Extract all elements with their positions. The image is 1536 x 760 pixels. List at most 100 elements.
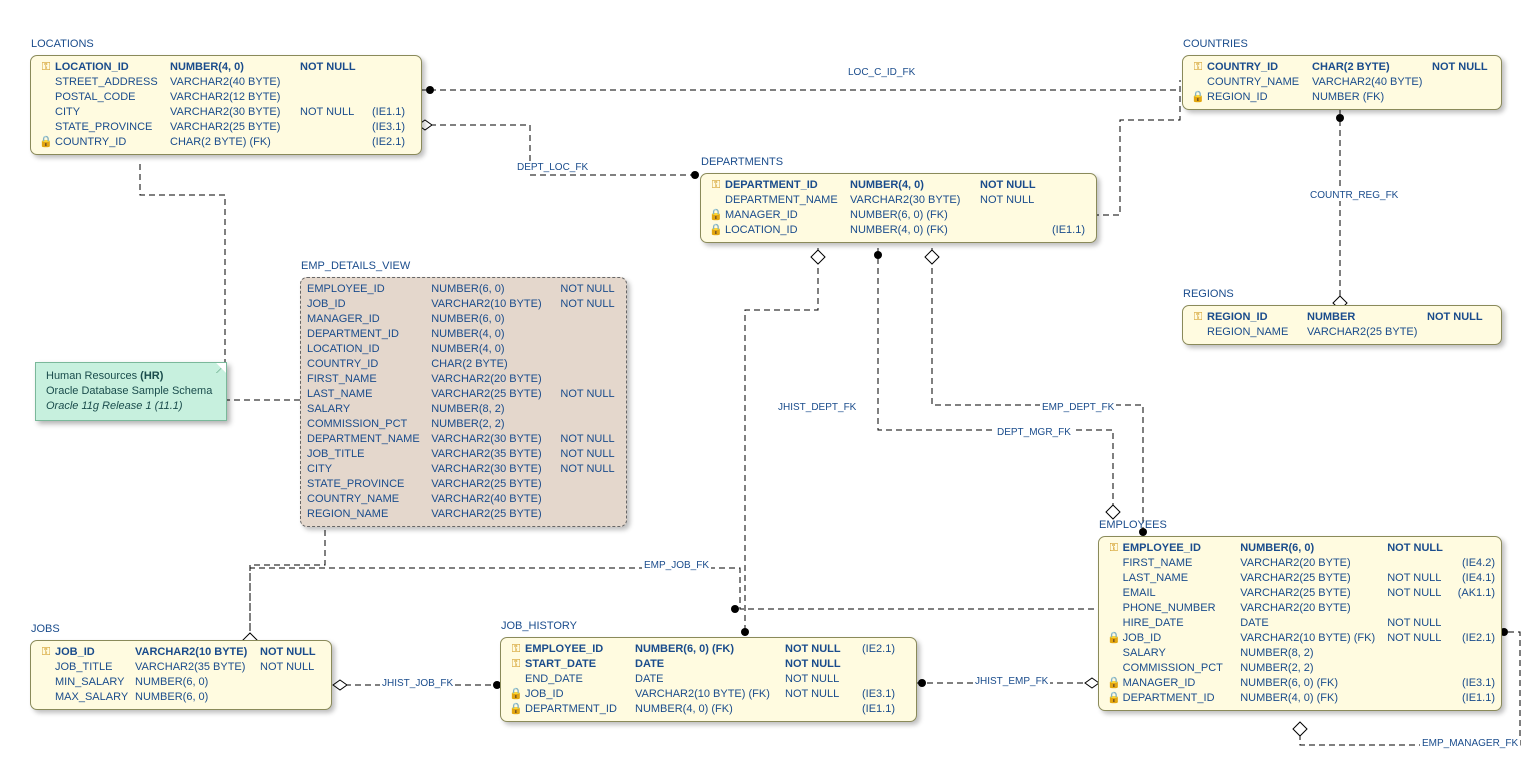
- col-name: COUNTRY_ID: [1207, 60, 1312, 75]
- col-type: VARCHAR2(20 BYTE): [1240, 601, 1387, 616]
- entity-title: COUNTRIES: [1183, 38, 1248, 50]
- col-name: LAST_NAME: [1123, 571, 1241, 586]
- col-name: EMPLOYEE_ID: [1123, 541, 1241, 556]
- col-type: NUMBER(2, 2): [431, 417, 560, 432]
- column-row: CITYVARCHAR2(30 BYTE)NOT NULL: [307, 462, 620, 477]
- schema-note: Human Resources (HR) Oracle Database Sam…: [35, 362, 227, 421]
- entity-employees[interactable]: EMPLOYEES ⚿EMPLOYEE_IDNUMBER(6, 0)NOT NU…: [1098, 536, 1502, 711]
- key-icon: ⚿: [507, 642, 525, 657]
- column-row: LAST_NAMEVARCHAR2(25 BYTE)NOT NULL: [307, 387, 620, 402]
- col-index: (IE3.1): [850, 687, 895, 702]
- col-null: NOT NULL: [260, 660, 320, 675]
- column-row: ⚿DEPARTMENT_IDNUMBER(4, 0)NOT NULL: [707, 178, 1090, 193]
- column-row: CITYVARCHAR2(30 BYTE)NOT NULL(IE1.1): [37, 105, 415, 120]
- col-index: (IE1.1): [1451, 691, 1495, 706]
- fk-label-countr-reg: COUNTR_REG_FK: [1308, 190, 1400, 201]
- column-row: COMMISSION_PCTNUMBER(2, 2): [1105, 661, 1495, 676]
- col-name: REGION_NAME: [1207, 325, 1307, 340]
- col-null: NOT NULL: [560, 462, 620, 477]
- col-name: END_DATE: [525, 672, 635, 687]
- column-row: LOCATION_IDNUMBER(4, 0): [307, 342, 620, 357]
- entity-body: EMPLOYEE_IDNUMBER(6, 0)NOT NULLJOB_IDVAR…: [301, 278, 626, 526]
- col-index: (IE4.1): [1451, 571, 1495, 586]
- col-name: EMAIL: [1123, 586, 1241, 601]
- col-name: SALARY: [1123, 646, 1241, 661]
- note-line3: Oracle 11g Release 1 (11.1): [46, 399, 216, 414]
- key-icon: ⚿: [37, 645, 55, 660]
- col-type: VARCHAR2(20 BYTE): [431, 372, 560, 387]
- column-row: MIN_SALARYNUMBER(6, 0): [37, 675, 325, 690]
- column-row: ⚿START_DATEDATENOT NULL: [507, 657, 910, 672]
- entity-countries[interactable]: COUNTRIES ⚿COUNTRY_IDCHAR(2 BYTE)NOT NUL…: [1182, 55, 1502, 110]
- col-null: NOT NULL: [1432, 60, 1492, 75]
- col-name: CITY: [307, 462, 431, 477]
- column-row: DEPARTMENT_NAMEVARCHAR2(30 BYTE)NOT NULL: [307, 432, 620, 447]
- fk-label-jhist-emp: JHIST_EMP_FK: [973, 676, 1050, 687]
- col-name: EMPLOYEE_ID: [525, 642, 635, 657]
- entity-body: ⚿LOCATION_IDNUMBER(4, 0)NOT NULLSTREET_A…: [31, 56, 421, 154]
- col-type: VARCHAR2(20 BYTE): [1240, 556, 1387, 571]
- column-row: JOB_IDVARCHAR2(10 BYTE)NOT NULL: [307, 297, 620, 312]
- col-name: COMMISSION_PCT: [307, 417, 431, 432]
- entity-body: ⚿EMPLOYEE_IDNUMBER(6, 0)NOT NULLFIRST_NA…: [1099, 537, 1501, 710]
- col-null: NOT NULL: [560, 282, 620, 297]
- key-icon: ⚿: [1105, 541, 1123, 556]
- entity-emp-details-view[interactable]: EMP_DETAILS_VIEW EMPLOYEE_IDNUMBER(6, 0)…: [300, 277, 627, 527]
- column-row: STATE_PROVINCEVARCHAR2(25 BYTE)(IE3.1): [37, 120, 415, 135]
- col-name: JOB_TITLE: [307, 447, 431, 462]
- col-type: CHAR(2 BYTE): [1312, 60, 1432, 75]
- col-name: HIRE_DATE: [1123, 616, 1241, 631]
- fk-label-emp-dept: EMP_DEPT_FK: [1040, 402, 1116, 413]
- column-row: EMPLOYEE_IDNUMBER(6, 0)NOT NULL: [307, 282, 620, 297]
- col-name: FIRST_NAME: [307, 372, 431, 387]
- entity-departments[interactable]: DEPARTMENTS ⚿DEPARTMENT_IDNUMBER(4, 0)NO…: [700, 173, 1097, 243]
- column-row: 🔒JOB_IDVARCHAR2(10 BYTE) (FK)NOT NULL(IE…: [1105, 631, 1495, 646]
- col-name: JOB_TITLE: [55, 660, 135, 675]
- col-name: JOB_ID: [307, 297, 431, 312]
- col-type: VARCHAR2(25 BYTE): [431, 477, 560, 492]
- column-row: LAST_NAMEVARCHAR2(25 BYTE)NOT NULL(IE4.1…: [1105, 571, 1495, 586]
- col-name: COUNTRY_NAME: [1207, 75, 1312, 90]
- col-type: CHAR(2 BYTE): [431, 357, 560, 372]
- col-name: MIN_SALARY: [55, 675, 135, 690]
- column-row: 🔒LOCATION_IDNUMBER(4, 0) (FK)(IE1.1): [707, 223, 1090, 238]
- lock-icon: 🔒: [1105, 691, 1123, 706]
- col-name: SALARY: [307, 402, 431, 417]
- fk-label-emp-job: EMP_JOB_FK: [642, 560, 711, 571]
- column-row: JOB_TITLEVARCHAR2(35 BYTE)NOT NULL: [37, 660, 325, 675]
- col-name: REGION_ID: [1207, 90, 1312, 105]
- col-name: CITY: [55, 105, 170, 120]
- column-row: SALARYNUMBER(8, 2): [307, 402, 620, 417]
- col-type: NUMBER(4, 0): [170, 60, 300, 75]
- col-type: VARCHAR2(25 BYTE): [431, 387, 560, 402]
- entity-regions[interactable]: REGIONS ⚿REGION_IDNUMBERNOT NULLREGION_N…: [1182, 305, 1502, 345]
- col-name: FIRST_NAME: [1123, 556, 1241, 571]
- col-type: CHAR(2 BYTE) (FK): [170, 135, 300, 150]
- col-name: LOCATION_ID: [725, 223, 850, 238]
- col-name: STATE_PROVINCE: [55, 120, 170, 135]
- col-null: NOT NULL: [1387, 631, 1451, 646]
- col-type: NUMBER(4, 0): [850, 178, 980, 193]
- entity-locations[interactable]: LOCATIONS ⚿LOCATION_IDNUMBER(4, 0)NOT NU…: [30, 55, 422, 155]
- lock-icon: 🔒: [37, 135, 55, 150]
- col-index: (IE3.1): [1451, 676, 1495, 691]
- col-name: DEPARTMENT_ID: [1123, 691, 1241, 706]
- col-type: NUMBER(6, 0): [135, 675, 260, 690]
- col-name: MAX_SALARY: [55, 690, 135, 705]
- entity-job-history[interactable]: JOB_HISTORY ⚿EMPLOYEE_IDNUMBER(6, 0) (FK…: [500, 637, 917, 722]
- col-null: NOT NULL: [785, 672, 850, 687]
- column-row: 🔒REGION_IDNUMBER (FK): [1189, 90, 1495, 105]
- col-null: NOT NULL: [560, 297, 620, 312]
- entity-jobs[interactable]: JOBS ⚿JOB_IDVARCHAR2(10 BYTE)NOT NULLJOB…: [30, 640, 332, 710]
- col-type: VARCHAR2(30 BYTE): [431, 432, 560, 447]
- col-type: VARCHAR2(10 BYTE) (FK): [1240, 631, 1387, 646]
- col-type: NUMBER(8, 2): [1240, 646, 1387, 661]
- col-name: COUNTRY_ID: [307, 357, 431, 372]
- column-row: JOB_TITLEVARCHAR2(35 BYTE)NOT NULL: [307, 447, 620, 462]
- col-type: VARCHAR2(25 BYTE): [1240, 586, 1387, 601]
- column-row: PHONE_NUMBERVARCHAR2(20 BYTE): [1105, 601, 1495, 616]
- col-type: VARCHAR2(35 BYTE): [431, 447, 560, 462]
- col-name: LAST_NAME: [307, 387, 431, 402]
- col-null: NOT NULL: [980, 178, 1040, 193]
- column-row: COMMISSION_PCTNUMBER(2, 2): [307, 417, 620, 432]
